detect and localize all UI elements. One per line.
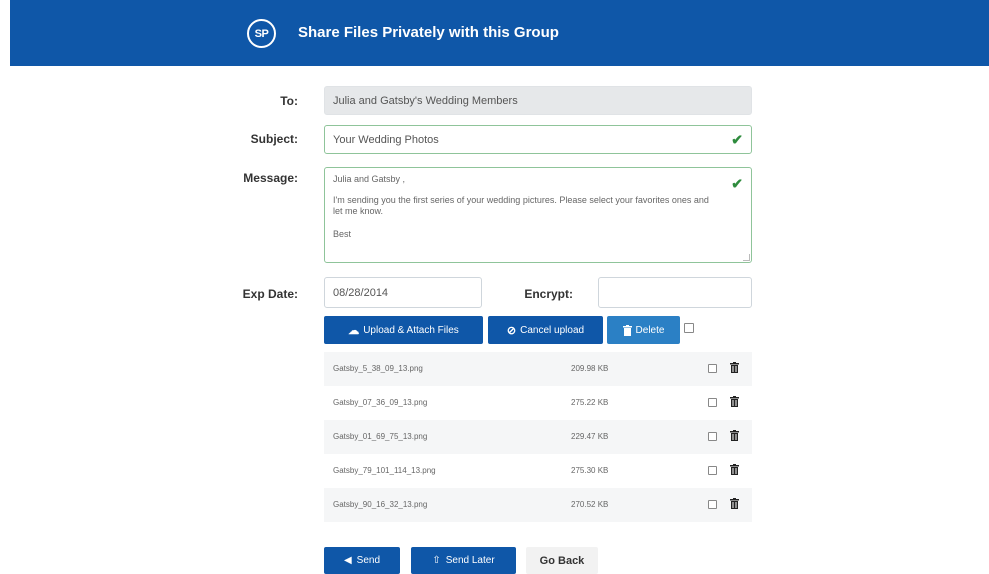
file-size: 270.52 KB: [571, 500, 609, 509]
subject-input[interactable]: Your Wedding Photos ✔: [324, 125, 752, 154]
file-checkbox[interactable]: [708, 364, 717, 373]
page-title: Share Files Privately with this Group: [298, 24, 559, 41]
file-size: 275.22 KB: [571, 398, 609, 407]
resize-handle-icon[interactable]: [743, 254, 750, 261]
to-value: Julia and Gatsby's Wedding Members: [333, 94, 518, 107]
file-row: Gatsby_79_101_114_13.png 275.30 KB: [324, 454, 752, 488]
file-row: Gatsby_5_38_09_13.png 209.98 KB: [324, 352, 752, 386]
message-body: I'm sending you the first series of your…: [333, 195, 709, 216]
check-icon: ✔: [731, 175, 743, 192]
delete-button[interactable]: Delete: [607, 316, 680, 344]
subject-label: Subject:: [250, 132, 298, 146]
encrypt-label: Encrypt:: [524, 287, 573, 301]
file-row: Gatsby_07_36_09_13.png 275.22 KB: [324, 386, 752, 420]
exp-date-value: 08/28/2014: [333, 286, 389, 299]
to-label: To:: [280, 94, 298, 108]
file-name: Gatsby_07_36_09_13.png: [333, 398, 428, 407]
cancel-icon: ⊘: [506, 324, 517, 337]
trash-icon[interactable]: [730, 464, 739, 475]
message-greeting: Julia and Gatsby ,: [333, 174, 406, 184]
header-bar: SP Share Files Privately with this Group: [10, 0, 989, 66]
file-row: Gatsby_01_69_75_13.png 229.47 KB: [324, 420, 752, 454]
file-name: Gatsby_90_16_32_13.png: [333, 500, 428, 509]
message-label: Message:: [243, 171, 298, 185]
trash-icon[interactable]: [730, 362, 739, 373]
send-icon: ◀: [343, 555, 352, 566]
file-checkbox[interactable]: [708, 500, 717, 509]
message-textarea[interactable]: Julia and Gatsby , ✔ I'm sending you the…: [324, 167, 752, 263]
file-size: 229.47 KB: [571, 432, 609, 441]
exp-date-label: Exp Date:: [242, 287, 298, 301]
trash-icon: [622, 324, 632, 336]
to-field: Julia and Gatsby's Wedding Members: [324, 86, 752, 115]
file-name: Gatsby_5_38_09_13.png: [333, 364, 423, 373]
encrypt-input[interactable]: [598, 277, 752, 308]
send-button[interactable]: ◀ Send: [324, 547, 400, 574]
message-closing: Best: [333, 229, 352, 239]
file-checkbox[interactable]: [708, 432, 717, 441]
trash-icon[interactable]: [730, 430, 739, 441]
go-back-button[interactable]: Go Back: [526, 547, 598, 574]
file-name: Gatsby_01_69_75_13.png: [333, 432, 428, 441]
sp-logo-icon: SP: [247, 19, 276, 48]
file-name: Gatsby_79_101_114_13.png: [333, 466, 436, 475]
file-checkbox[interactable]: [708, 398, 717, 407]
check-icon: ✔: [731, 131, 743, 147]
upload-icon: ⇧: [432, 555, 441, 566]
file-size: 209.98 KB: [571, 364, 609, 373]
file-row: Gatsby_90_16_32_13.png 270.52 KB: [324, 488, 752, 522]
trash-icon[interactable]: [730, 498, 739, 509]
exp-date-input[interactable]: 08/28/2014: [324, 277, 482, 308]
send-later-button[interactable]: ⇧ Send Later: [411, 547, 516, 574]
select-all-checkbox[interactable]: [684, 323, 694, 333]
subject-value: Your Wedding Photos: [333, 133, 439, 146]
upload-icon: ☁: [348, 324, 360, 337]
file-checkbox[interactable]: [708, 466, 717, 475]
cancel-upload-button[interactable]: ⊘ Cancel upload: [488, 316, 603, 344]
file-size: 275.30 KB: [571, 466, 609, 475]
trash-icon[interactable]: [730, 396, 739, 407]
upload-attach-button[interactable]: ☁ Upload & Attach Files: [324, 316, 483, 344]
